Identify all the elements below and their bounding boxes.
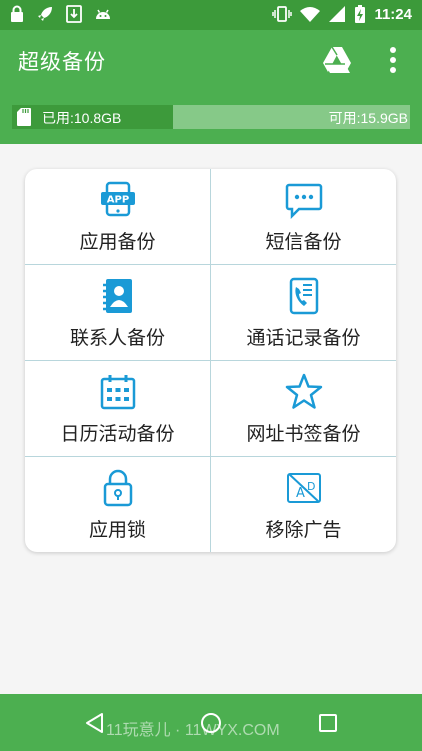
storage-bar: 已用:10.8GB 可用:15.9GB (12, 105, 410, 129)
storage-used-label: 已用:10.8GB (42, 110, 122, 126)
calendar-backup-tile[interactable]: 日历活动备份 (25, 361, 210, 456)
app-lock-label: 应用锁 (88, 519, 146, 541)
feature-grid: APP 应用备份 短信备份 联系人备份 通话记录备份 日历活动备份 网址书签备份… (25, 169, 396, 552)
remove-ads-label: 移除广告 (265, 519, 342, 541)
app-lock-tile[interactable]: 应用锁 (25, 457, 210, 552)
android-icon (96, 9, 110, 19)
sms-backup-label: 短信备份 (265, 231, 342, 253)
app-bar: 超级备份 (0, 30, 422, 90)
vibrate-icon (272, 6, 293, 22)
rocket-icon (38, 7, 52, 21)
status-right-icons: 11:24 (272, 4, 412, 24)
sms-icon (285, 183, 322, 219)
calendar-backup-label: 日历活动备份 (60, 423, 175, 445)
svg-text:APP: APP (106, 195, 128, 206)
app-backup-tile[interactable]: APP 应用备份 (25, 169, 210, 264)
sms-backup-tile[interactable]: 短信备份 (211, 169, 396, 264)
status-time: 11:24 (374, 5, 412, 23)
app-title: 超级备份 (18, 50, 106, 74)
recent-apps-icon[interactable] (318, 713, 338, 733)
app-backup-label: 应用备份 (79, 231, 156, 253)
calendar-icon (100, 375, 135, 410)
call-log-backup-label: 通话记录备份 (246, 327, 361, 349)
google-drive-icon (323, 46, 351, 73)
wifi-icon (300, 7, 321, 22)
status-left-icons (10, 5, 112, 23)
download-icon (66, 5, 82, 23)
remove-ads-tile[interactable]: A D 移除广告 (211, 457, 396, 552)
app-icon: APP (100, 181, 135, 217)
storage-strip: 已用:10.8GB 可用:15.9GB (0, 90, 422, 144)
home-icon[interactable] (200, 712, 222, 734)
watermark-text: 11玩意儿 · 11WYX.COM (106, 722, 280, 739)
signal-icon (329, 6, 346, 22)
navigation-bar: 11玩意儿 · 11WYX.COM (0, 694, 422, 751)
contacts-backup-label: 联系人备份 (69, 327, 165, 349)
battery-charging-icon (355, 5, 366, 23)
sd-card-icon (17, 108, 31, 126)
back-icon[interactable] (84, 712, 104, 734)
status-bar: 11:24 (0, 0, 422, 30)
storage-free-label: 可用:15.9GB (328, 110, 408, 126)
google-drive-button[interactable] (322, 46, 352, 74)
contacts-icon (102, 279, 132, 313)
contacts-backup-tile[interactable]: 联系人备份 (25, 265, 210, 360)
more-vert-icon (390, 47, 396, 73)
bookmark-backup-tile[interactable]: 网址书签备份 (211, 361, 396, 456)
more-options-button[interactable] (386, 46, 400, 74)
star-icon (285, 373, 322, 409)
lock-icon (11, 5, 23, 22)
lock-icon (103, 469, 132, 507)
call-log-icon (289, 277, 318, 315)
call-log-backup-tile[interactable]: 通话记录备份 (211, 265, 396, 360)
remove-ads-icon: A D (286, 473, 321, 503)
bookmark-backup-label: 网址书签备份 (246, 423, 361, 445)
